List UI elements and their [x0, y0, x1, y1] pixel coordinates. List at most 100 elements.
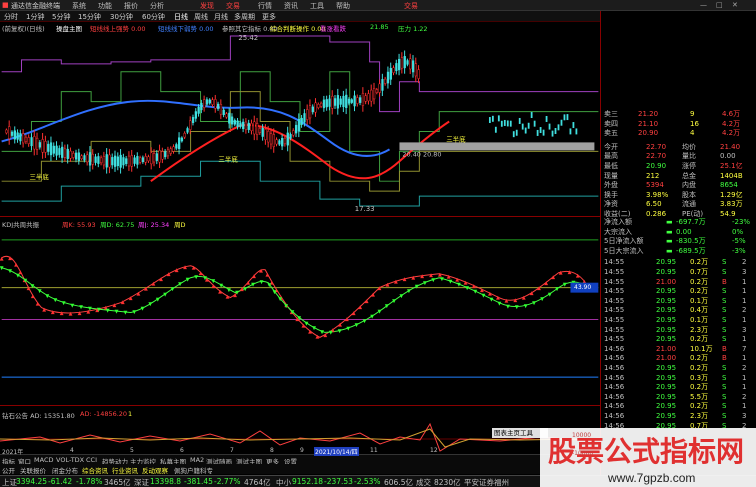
- stat-row: 外盘 5394 内盘 8654: [602, 181, 754, 191]
- status-item: -1.78%: [76, 477, 103, 486]
- tab-macd[interactable]: MACD: [34, 456, 53, 464]
- tab-15min[interactable]: 15分钟: [78, 12, 101, 22]
- candle-body: [5, 129, 8, 134]
- kdj-arrow-marker: ▲: [386, 282, 390, 288]
- kdj-arrow-marker: ▲: [42, 307, 46, 313]
- kdj-arrow-marker: ▼: [156, 297, 160, 303]
- menu-function[interactable]: 功能: [98, 1, 112, 11]
- kdj-arrow-marker: ▲: [568, 270, 572, 276]
- menu-discover[interactable]: 发现: [200, 1, 214, 11]
- tick-time: 14:56: [604, 383, 625, 392]
- menu-quote[interactable]: 报价: [124, 1, 138, 11]
- flow-row: 净流入额 ▬ -697.7万 -23%: [602, 218, 754, 228]
- date-label: 9: [300, 447, 304, 454]
- tab-special[interactable]: 佩狗户籍科专: [174, 465, 213, 475]
- tab-fund-distribution[interactable]: 闭金分布: [52, 465, 78, 475]
- maximize-icon[interactable]: □: [716, 1, 723, 9]
- candle-body: [63, 148, 67, 158]
- tab-5min[interactable]: 5分钟: [52, 12, 70, 22]
- tab-general-news[interactable]: 综合资讯: [82, 465, 108, 475]
- menu-analysis[interactable]: 分析: [150, 1, 164, 11]
- kdj-arrow-marker: ▲: [559, 270, 563, 276]
- candle-body: [545, 115, 548, 122]
- tick-row: 14:56 20.95 0.2万 S 1: [602, 402, 754, 412]
- tab-cci[interactable]: CCI: [86, 456, 97, 464]
- tab-ma2[interactable]: MA2: [190, 456, 204, 464]
- ad-legend-item: 1: [128, 410, 133, 418]
- candle-body: [100, 157, 103, 164]
- candle-body: [512, 131, 515, 138]
- date-label: 5: [130, 447, 134, 454]
- candle-body: [370, 89, 373, 102]
- kdj-arrow-marker: ▲: [159, 276, 163, 282]
- tick-count: 2: [742, 364, 747, 372]
- status-item: 平安证券福州: [464, 478, 509, 487]
- kdj-arrow-marker: ▲: [152, 281, 156, 287]
- kdj-arrow-marker: ▲: [358, 305, 362, 311]
- minimize-icon[interactable]: —: [700, 1, 707, 9]
- tick-time: 14:56: [604, 344, 625, 353]
- candle-body: [136, 156, 139, 165]
- tab-industry-news[interactable]: 行业资讯: [112, 465, 138, 475]
- candle-body: [264, 129, 267, 140]
- kdj-arrow-marker: ▼: [45, 293, 49, 299]
- candle-body: [233, 120, 236, 125]
- candlestick-chart[interactable]: 25.42 17.33 20.40 20.80 三半底 三半底 三半底: [0, 32, 600, 217]
- tab-monthly[interactable]: 月线: [214, 12, 228, 22]
- kdj-arrow-marker: ▼: [346, 326, 350, 332]
- tick-row: 14:55 20.95 0.7万 S 3: [602, 268, 754, 278]
- menu-tools[interactable]: 工具: [310, 1, 324, 11]
- menu-market[interactable]: 行情: [258, 1, 272, 11]
- kdj-arrow-marker: ▲: [377, 286, 381, 292]
- tab-multiperiod[interactable]: 多周期: [234, 12, 255, 22]
- close-icon[interactable]: ✕: [732, 1, 738, 9]
- candle-body: [178, 137, 181, 149]
- tick-volume: 0.2万: [690, 402, 709, 411]
- candle-body: [27, 137, 30, 144]
- tick-volume: 0.2万: [690, 277, 709, 286]
- kdj-arrow-marker: ▼: [132, 310, 136, 316]
- tick-time: 14:55: [604, 287, 625, 296]
- menu-info[interactable]: 资讯: [284, 1, 298, 11]
- tab-related-quote[interactable]: 关联报价: [20, 465, 46, 475]
- ad-indicator-bar: 钻石公告 AD: 15351.80 AD: -14856.20 1: [0, 409, 600, 420]
- stat-label: 流通: [682, 200, 696, 209]
- candle-body: [180, 137, 184, 142]
- stat-label: 现量: [604, 171, 618, 180]
- status-item: 8230亿: [434, 478, 461, 487]
- tick-row: 14:55 20.95 0.2万 S 2: [602, 258, 754, 268]
- candle-body: [47, 143, 50, 152]
- stat-label: 换手: [604, 190, 618, 199]
- tab-intraday[interactable]: 分时: [4, 12, 18, 22]
- tick-row: 14:56 20.95 0.3万 S 1: [602, 374, 754, 384]
- tab-daily[interactable]: 日线: [174, 12, 188, 22]
- tab-60min[interactable]: 60分钟: [142, 12, 165, 22]
- tick-flag: B: [722, 344, 727, 353]
- tick-count: 1: [742, 383, 747, 392]
- menu-help[interactable]: 帮助: [336, 1, 350, 11]
- candle-body: [400, 57, 404, 69]
- candle-body: [94, 156, 97, 163]
- tick-count: 1: [742, 316, 747, 324]
- kdj-chart[interactable]: ▲ ▲▲▲▲▲▲▲▲ ▲ ▲ ▲ ▲ ▲ ▲ ▲ ▲▲▲▲▲▲▲▲▲ ▲ ▲▲▲▲▲▲ ▲▲▲▲▲▲▲▲…: [0, 228, 600, 406]
- stat-row: 净资 6.50 流通 3.83万: [602, 200, 754, 210]
- menu-system[interactable]: 系统: [72, 1, 86, 11]
- tab-30min[interactable]: 30分钟: [110, 12, 133, 22]
- trade-label[interactable]: 交易: [404, 1, 418, 11]
- tab-weekly[interactable]: 周线: [194, 12, 208, 22]
- candle-body: [281, 138, 284, 147]
- kdj-arrow-marker: ▼: [88, 306, 92, 312]
- candle-body: [258, 128, 262, 134]
- tab-vol-tdx[interactable]: VOL-TDX: [56, 456, 84, 464]
- stat-row: 今开 22.70 均价 21.40: [602, 143, 754, 153]
- tab-more[interactable]: 更多: [262, 12, 276, 22]
- tab-public[interactable]: 公开: [2, 465, 15, 475]
- tab-1min[interactable]: 1分钟: [26, 12, 44, 22]
- kdj-arrow-marker: ▲: [8, 255, 12, 261]
- tab-reverse-observe[interactable]: 反动观察: [142, 465, 168, 475]
- candle-body: [214, 99, 217, 109]
- kdj-arrow-marker: ▲: [420, 274, 424, 280]
- ad-legend-item: AD: -14856.20: [80, 410, 128, 418]
- menu-trade[interactable]: 交易: [226, 1, 240, 11]
- candle-body: [144, 156, 147, 163]
